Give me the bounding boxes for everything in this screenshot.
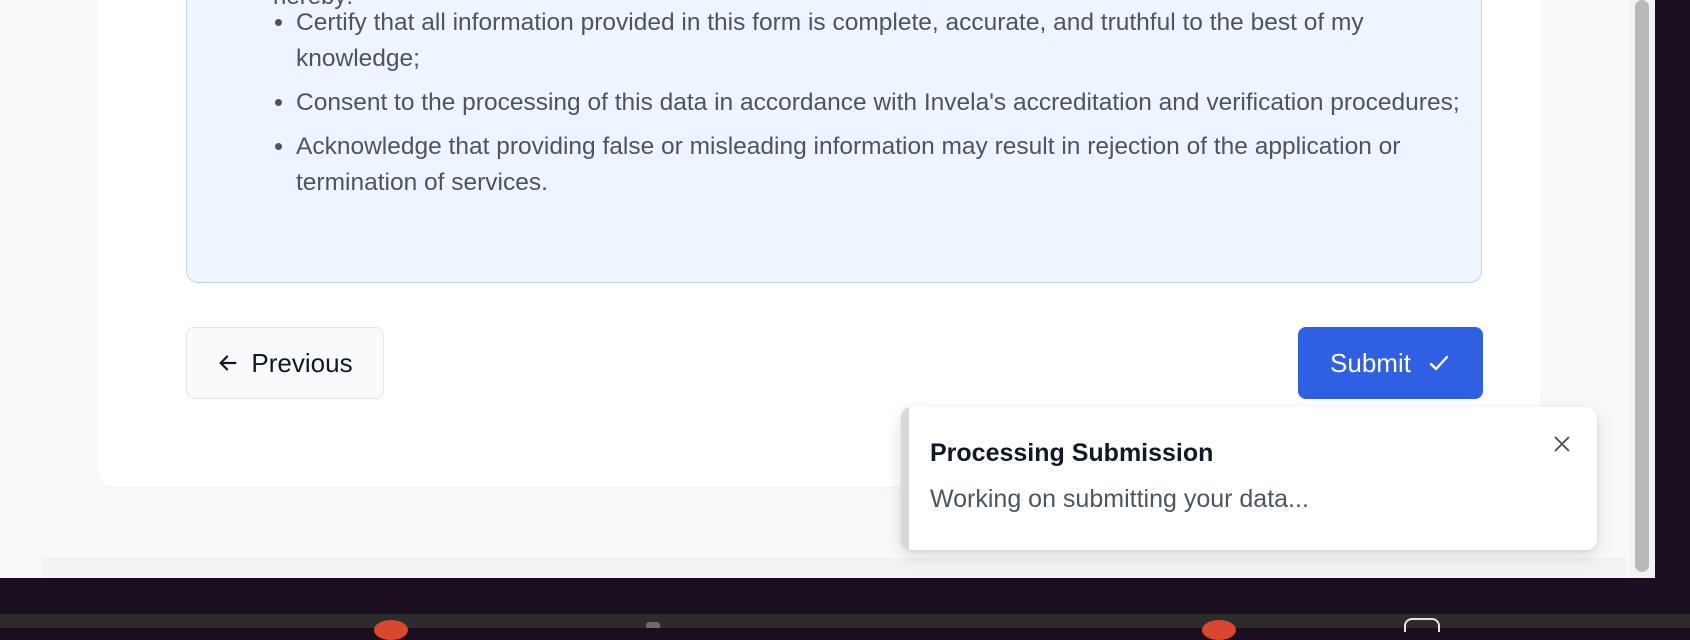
declaration-item-consent: Consent to the processing of this data i…	[296, 85, 1466, 121]
previous-button-label: Previous	[251, 347, 353, 378]
declaration-item-certify: Certify that all information provided in…	[296, 5, 1466, 77]
declaration-list: Certify that all information provided in…	[273, 5, 1466, 209]
previous-button[interactable]: Previous	[186, 327, 384, 399]
submit-button[interactable]: Submit	[1298, 327, 1483, 399]
toast-title: Processing Submission	[930, 439, 1214, 467]
processing-toast: Processing Submission Working on submitt…	[901, 407, 1597, 550]
scrollbar-thumb[interactable]	[1635, 0, 1649, 572]
browser-window: hereby: Certify that all information pro…	[0, 0, 1655, 578]
taskbar-app-icon[interactable]	[374, 620, 408, 640]
taskbar-app-icon[interactable]	[1404, 618, 1440, 632]
page-footer-bar	[42, 558, 1626, 578]
toast-accent-bar	[901, 407, 909, 550]
submit-button-label: Submit	[1330, 347, 1411, 378]
close-icon	[1551, 433, 1573, 460]
toast-close-button[interactable]	[1547, 431, 1577, 461]
declaration-box: hereby: Certify that all information pro…	[186, 0, 1482, 283]
taskbar-app-icon[interactable]	[646, 622, 660, 628]
check-icon	[1427, 351, 1451, 375]
toast-description: Working on submitting your data...	[930, 485, 1309, 513]
arrow-left-icon	[217, 352, 239, 374]
declaration-item-acknowledge: Acknowledge that providing false or misl…	[296, 129, 1466, 201]
taskbar-app-icon[interactable]	[1202, 620, 1236, 640]
